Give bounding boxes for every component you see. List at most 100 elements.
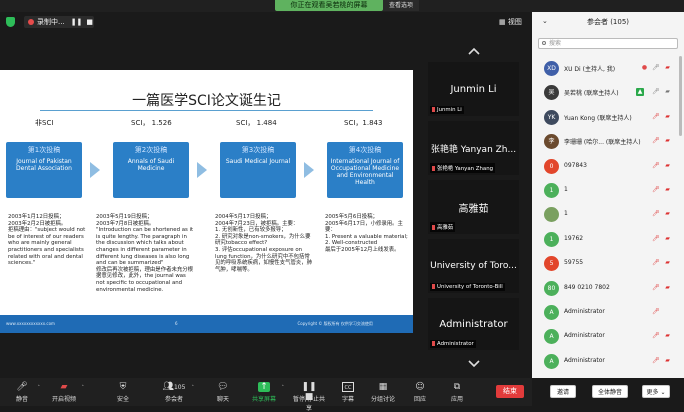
pause-share-button[interactable]: ❚❚ ■ 暂停/停止共享	[290, 378, 328, 412]
video-off-icon[interactable]: ▰	[664, 64, 671, 72]
video-tile[interactable]: Junmin Li Junmin Li	[428, 62, 519, 116]
participant-name: Administrator	[564, 332, 605, 340]
microphone-icon[interactable]: 🎤︎	[652, 64, 660, 72]
video-off-icon[interactable]: ▰	[664, 357, 671, 365]
captions-button[interactable]: CC 字幕	[338, 378, 358, 406]
video-button[interactable]: ▰ 开启视频 ˄	[50, 378, 84, 406]
security-button[interactable]: ⛨ 安全	[112, 378, 134, 406]
slide-title: 一篇医学SCI论文诞生记	[132, 93, 281, 109]
apps-icon: ⧉	[453, 382, 461, 392]
participant-row[interactable]: 1 1 🎤︎ ▰	[532, 178, 684, 202]
search-input[interactable]: 搜索	[538, 38, 678, 49]
participant-name: 19762	[564, 234, 584, 242]
mic-muted-icon[interactable]: 🎤︎	[652, 357, 660, 365]
mic-muted-icon[interactable]: 🎤︎	[652, 210, 660, 218]
footer-page: 6	[174, 321, 178, 326]
mic-muted-icon	[432, 225, 435, 230]
video-tile[interactable]: 高雅茹 高雅茹	[428, 180, 519, 234]
stop-icon[interactable]: ■	[86, 18, 93, 26]
avatar: A	[544, 304, 559, 320]
participant-name: Yuan Kong (联席主持人)	[564, 114, 632, 122]
submission-notes: 2004年5月17日投稿； 2004年7月23日，被拒稿。主要： 1. 无创新性…	[215, 214, 313, 273]
end-meeting-button[interactable]: 结束	[496, 385, 524, 398]
video-off-icon[interactable]: ▰	[664, 113, 671, 121]
reactions-button[interactable]: ☺ 回应	[410, 378, 430, 406]
participant-row[interactable]: XD XU Di (主持人, 我) ● 🎤︎ ▰	[532, 56, 684, 80]
participant-row[interactable]: 5 59755 🎤︎ ▰	[532, 251, 684, 275]
mic-muted-icon[interactable]: 🎤︎	[652, 137, 660, 145]
view-options-button[interactable]: 查看选项	[383, 0, 419, 11]
captions-icon: CC	[342, 382, 354, 392]
participant-row[interactable]: A Administrator 🎤︎	[532, 300, 684, 324]
apps-button[interactable]: ⧉ 应用	[447, 378, 467, 406]
mic-muted-icon[interactable]: 🎤︎	[652, 259, 660, 267]
recording-icon: ●	[641, 64, 648, 71]
share-label: 共享屏幕	[251, 396, 276, 403]
mute-button[interactable]: 🎤︎ 静音 ˄	[10, 378, 40, 406]
panel-title: 参会者 (105)	[586, 18, 630, 26]
mic-muted-icon[interactable]: 🎤︎	[652, 186, 660, 194]
video-tile[interactable]: Administrator Administrator	[428, 298, 519, 350]
microphone-icon[interactable]: 🎤︎	[652, 88, 660, 96]
participant-row[interactable]: 80 849 0210 7802 🎤︎ ▰	[532, 276, 684, 300]
shield-icon: ⛨	[119, 382, 127, 392]
invite-button[interactable]: 邀请	[550, 385, 576, 398]
pause-icon[interactable]: ❚❚	[71, 18, 83, 26]
video-off-icon[interactable]: ▰	[664, 259, 671, 267]
gallery-up-icon[interactable]	[468, 47, 480, 55]
mic-muted-icon[interactable]: 🎤︎	[652, 284, 660, 292]
mic-muted-icon[interactable]: 🎤︎	[652, 332, 660, 340]
video-tile[interactable]: 张艳艳 Yanyan Zh... 张艳艳 Yanyan Zhang	[428, 121, 519, 175]
slide-footer: www.xxxxxxxxxxxx.com 6 Copyright © 版权所有 仅供…	[0, 315, 413, 333]
participant-row[interactable]: 吴吴若桃 (联席主持人) ▲ 🎤︎ ▰	[532, 80, 684, 104]
caret-icon[interactable]: ˄	[282, 385, 285, 391]
mic-muted-icon[interactable]: 🎤︎	[652, 308, 660, 316]
share-screen-button[interactable]: ↑ 共享屏幕 ˄	[250, 378, 284, 406]
avatar: 80	[544, 280, 559, 296]
submission-round: 第2次投稿	[134, 146, 168, 154]
video-tile[interactable]: University of Toro... University of Toron…	[428, 239, 519, 293]
participants-button[interactable]: 👥︎105 参会者 ˄	[160, 378, 194, 406]
participant-row[interactable]: A Administrator 🎤︎ ▰	[532, 349, 684, 373]
tile-label: University of Toronto-Bill	[430, 283, 505, 291]
gallery-down-icon[interactable]	[468, 360, 480, 368]
participant-name: 097843	[564, 161, 587, 169]
participant-name: 李珊珊 (哈尔... (联席主持人)	[564, 139, 641, 147]
caret-icon[interactable]: ˄	[192, 385, 195, 391]
column-header: SCI，1.843	[344, 119, 383, 127]
journal-name: Saudi Medical Journal	[225, 158, 291, 165]
chat-icon: 💬︎	[217, 382, 229, 392]
video-off-icon[interactable]: ▰	[664, 162, 671, 170]
record-icon	[28, 19, 34, 25]
participant-row[interactable]: 李李珊珊 (哈尔... (联席主持人) 🎤︎ ▰	[532, 129, 684, 153]
video-off-icon: ▰	[60, 382, 68, 392]
breakout-rooms-button[interactable]: ▦ 分组讨论	[370, 378, 396, 406]
mic-muted-icon[interactable]: 🎤︎	[652, 162, 660, 170]
mic-muted-icon[interactable]: 🎤︎	[652, 235, 660, 243]
view-button[interactable]: ▦ 视图	[499, 16, 527, 28]
mic-muted-icon[interactable]: 🎤︎	[652, 113, 660, 121]
caret-icon[interactable]: ˄	[38, 385, 41, 391]
caret-icon[interactable]: ˄	[82, 385, 85, 391]
video-icon[interactable]: ▰	[664, 88, 671, 96]
video-off-icon[interactable]: ▰	[664, 332, 671, 340]
mute-all-button[interactable]: 全体静音	[592, 385, 628, 398]
journal-name: Journal of Pakistan Dental Association	[16, 158, 72, 172]
video-off-icon[interactable]: ▰	[664, 210, 671, 218]
panel-scrollbar[interactable]	[679, 56, 682, 136]
recording-indicator[interactable]: 录制中... ❚❚ ■	[24, 16, 94, 28]
chat-button[interactable]: 💬︎ 聊天	[213, 378, 233, 406]
participant-row[interactable]: YK Yuan Kong (联席主持人) 🎤︎ ▰	[532, 105, 684, 129]
video-off-icon[interactable]: ▰	[664, 235, 671, 243]
participant-row[interactable]: 1 🎤︎ ▰	[532, 202, 684, 226]
participant-row[interactable]: 0 097843 🎤︎ ▰	[532, 154, 684, 178]
participant-row[interactable]: A Administrator 🎤︎ ▰	[532, 324, 684, 348]
participant-row[interactable]: 1 19762 🎤︎ ▰	[532, 227, 684, 251]
mic-muted-icon	[432, 284, 435, 289]
captions-label: 字幕	[341, 396, 354, 403]
video-off-icon[interactable]: ▰	[664, 186, 671, 194]
video-off-icon[interactable]: ▰	[664, 137, 671, 145]
more-button[interactable]: 更多 ⌄	[642, 385, 670, 398]
video-off-icon[interactable]: ▰	[664, 284, 671, 292]
arrow-icon	[197, 162, 207, 178]
